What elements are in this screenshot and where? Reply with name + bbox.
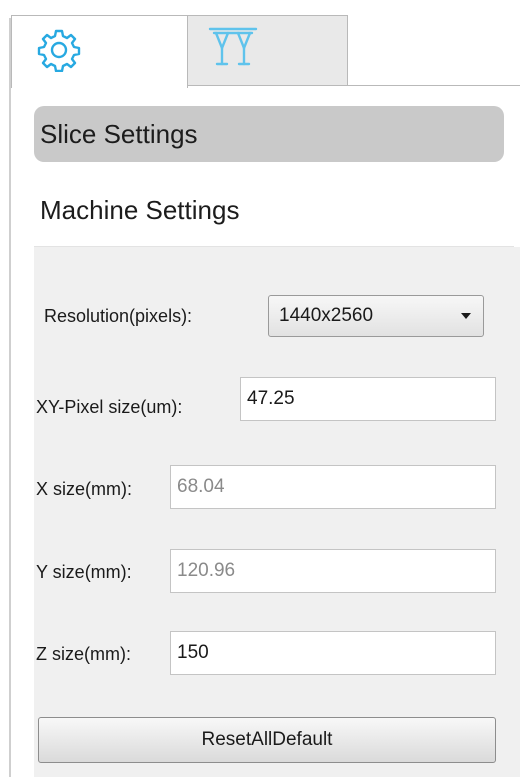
section-slice-settings[interactable]: Slice Settings (34, 106, 504, 162)
machine-settings-panel: Slice Settings Machine Settings Resoluti… (0, 0, 520, 777)
tab-supports[interactable] (187, 15, 348, 85)
z-size-label: Z size(mm): (36, 644, 131, 664)
resolution-label: Resolution(pixels): (44, 306, 193, 326)
xy-pixel-size-label: XY-Pixel size(um): (36, 397, 183, 417)
chevron-down-icon (461, 313, 471, 319)
panel-left-border (9, 18, 11, 777)
y-size-input[interactable]: 120.96 (170, 549, 496, 593)
z-size-input[interactable]: 150 (170, 631, 496, 675)
section-machine-settings[interactable]: Machine Settings (34, 182, 504, 238)
printer-support-icon (208, 27, 258, 66)
gear-icon (37, 29, 81, 72)
reset-all-default-button[interactable]: ResetAllDefault (38, 717, 496, 763)
x-size-label: X size(mm): (36, 479, 132, 499)
tab-bar-baseline (187, 85, 520, 86)
x-size-input[interactable]: 68.04 (170, 465, 496, 509)
tab-settings[interactable] (11, 15, 188, 88)
resolution-value: 1440x2560 (279, 305, 374, 326)
y-size-label: Y size(mm): (36, 562, 132, 582)
resolution-select[interactable]: 1440x2560 (268, 295, 484, 337)
xy-pixel-size-input[interactable]: 47.25 (240, 377, 496, 421)
